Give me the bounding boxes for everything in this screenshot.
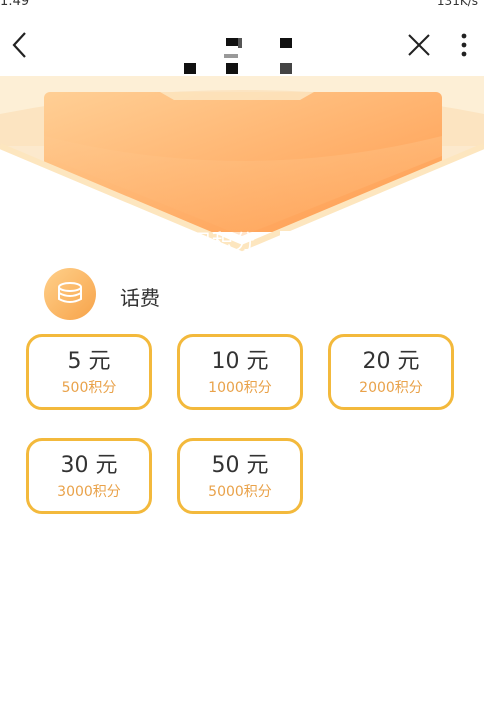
option-amount: 50 元 <box>211 453 269 478</box>
option-card-10[interactable]: 10 元 1000积分 <box>177 334 303 410</box>
option-points: 5000积分 <box>208 484 272 500</box>
status-bar: 1:49 131K/s <box>0 0 484 14</box>
option-card-20[interactable]: 20 元 2000积分 <box>328 334 454 410</box>
close-icon <box>408 34 430 56</box>
more-button[interactable] <box>452 28 476 62</box>
status-time: 1:49 <box>0 0 30 9</box>
option-card-30[interactable]: 30 元 3000积分 <box>26 438 152 514</box>
points-banner: 可用积分 <box>0 76 484 256</box>
close-button[interactable] <box>404 28 434 62</box>
option-points: 500积分 <box>61 380 117 396</box>
option-points: 2000积分 <box>359 380 423 396</box>
coin-stack-icon <box>44 268 96 320</box>
title-bar <box>0 14 484 76</box>
more-vertical-icon <box>461 33 467 57</box>
option-amount: 10 元 <box>211 349 269 374</box>
option-amount: 5 元 <box>67 349 111 374</box>
option-points: 1000积分 <box>208 380 272 396</box>
chevron-left-icon <box>12 32 26 58</box>
section-title-phone-bill: 话费 <box>120 286 160 310</box>
option-amount: 30 元 <box>60 453 118 478</box>
option-card-50[interactable]: 50 元 5000积分 <box>177 438 303 514</box>
available-points-label: 可用积分 <box>168 230 256 254</box>
option-card-5[interactable]: 5 元 500积分 <box>26 334 152 410</box>
option-points: 3000积分 <box>57 484 121 500</box>
status-network-speed: 131K/s <box>436 0 478 8</box>
option-amount: 20 元 <box>362 349 420 374</box>
points-value-redacted <box>280 231 318 256</box>
back-button[interactable] <box>6 28 34 62</box>
page-title-redacted <box>180 34 296 74</box>
